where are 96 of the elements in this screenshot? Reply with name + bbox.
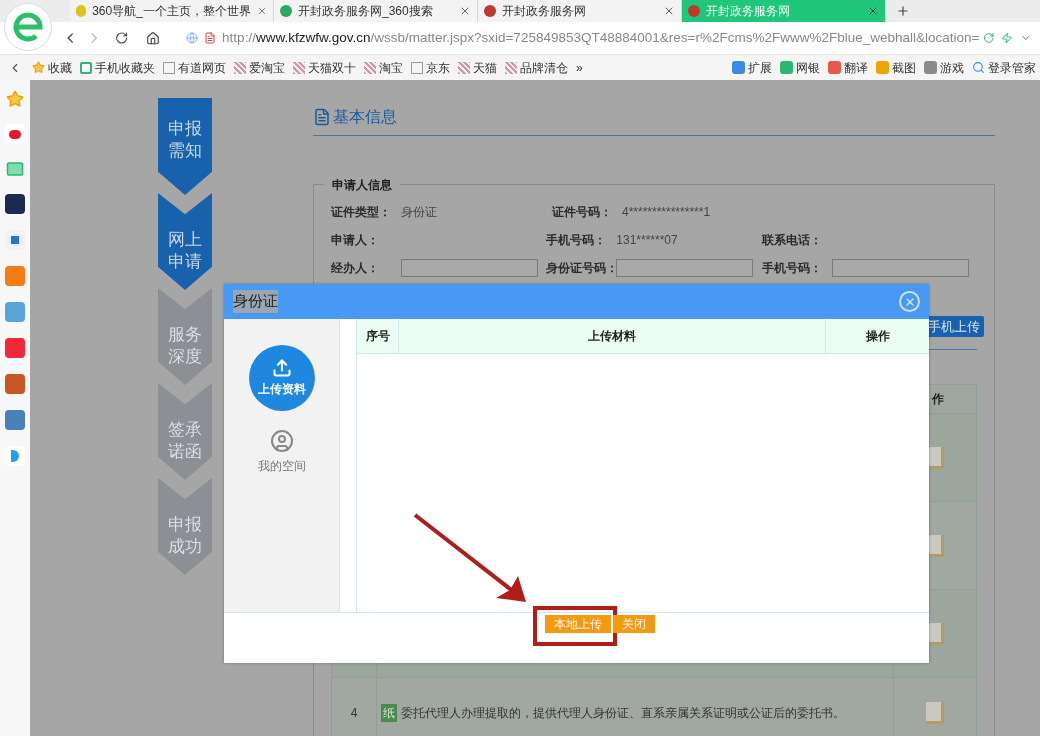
field-label: 联系电话： — [761, 232, 823, 249]
input-field[interactable] — [831, 259, 969, 277]
toolbar-button[interactable]: 游戏 — [940, 58, 964, 77]
user-icon — [269, 429, 294, 453]
step-label: 签承诺函 — [168, 419, 202, 463]
tab-title: 开封政务服务网 — [502, 3, 587, 20]
mobile-upload-button[interactable]: 手机上传 — [926, 316, 984, 337]
bookmark-icon — [505, 61, 517, 74]
tool-icon — [828, 61, 841, 74]
field-label: 身份证号码： — [546, 260, 617, 277]
tool-icon — [780, 61, 793, 74]
close-icon[interactable] — [663, 5, 675, 17]
close-icon[interactable] — [256, 5, 267, 17]
paper-tag: 纸 — [381, 703, 397, 722]
side-menu-item[interactable]: 我的空间 — [257, 429, 306, 475]
tool-icon — [924, 61, 937, 74]
star-icon — [32, 61, 45, 74]
bookmark-icon — [80, 61, 92, 74]
bookmark-link[interactable]: 品牌清仓 — [520, 58, 568, 77]
bookmark-link[interactable]: 爱淘宝 — [249, 58, 285, 77]
side-menu-item[interactable]: 上传资料 — [248, 345, 315, 411]
step-label: 申报成功 — [168, 514, 202, 558]
input-field[interactable] — [616, 259, 754, 277]
bookmark-icon — [163, 61, 175, 74]
row-number: 4 — [350, 704, 358, 722]
bookmark-icon — [458, 61, 470, 74]
step-label: 网上申请 — [168, 229, 202, 273]
site-icon — [280, 5, 292, 17]
tab-title: 360导航_一个主页，整个世界 — [92, 3, 251, 20]
dialog-title: 身份证 — [233, 290, 278, 313]
search-icon — [972, 61, 985, 74]
document-icon[interactable] — [926, 701, 944, 724]
site-icon — [484, 5, 496, 17]
close-button[interactable] — [899, 291, 920, 312]
lightning-icon[interactable] — [1000, 31, 1013, 45]
toolbar-button[interactable]: 扩展 — [748, 58, 772, 77]
field-label: 申请人： — [331, 232, 380, 249]
column-header: 序号 — [364, 328, 391, 345]
site-icon — [688, 5, 700, 17]
url-text: http://www.kfzwfw.gov.cn/wssb/matter.jspx?sxid=725849853QT48884001&res=r%2Fcms%2Fwww%2Fblue_webhall&location= — [222, 28, 980, 47]
bookmark-icon — [411, 61, 423, 74]
column-header: 上传材料 — [398, 319, 826, 353]
browser-tab[interactable]: 360导航_一个主页，整个世界 — [70, 0, 274, 22]
home-icon[interactable] — [146, 29, 161, 47]
bookmark-icon — [234, 61, 246, 74]
toolbar-button[interactable]: 截图 — [892, 58, 916, 77]
app-icon[interactable] — [5, 194, 25, 214]
toolbar-button[interactable]: 网银 — [796, 58, 820, 77]
field-label: 证件类型： — [331, 204, 392, 221]
tool-icon — [732, 61, 745, 74]
toolbar-button[interactable]: 登录管家 — [988, 58, 1036, 77]
site-icon — [76, 5, 87, 17]
browser-tab[interactable]: 开封政务服务网 — [478, 0, 682, 22]
browser-tab[interactable]: 开封政务服务网_360搜索 — [274, 0, 478, 22]
app-icon[interactable] — [5, 124, 25, 144]
document-icon — [313, 108, 331, 126]
tool-icon — [876, 61, 889, 74]
tab-title: 开封政务服务网 — [706, 3, 791, 20]
field-label: 手机号码： — [546, 232, 608, 249]
mail-icon[interactable] — [6, 160, 24, 178]
field-label: 证件号码： — [552, 204, 613, 221]
bookmark-link[interactable]: 天猫双十 — [308, 58, 356, 77]
fieldset-legend: 申请人信息 — [324, 176, 400, 194]
bookmark-icon — [293, 61, 305, 74]
field-value: 131******07 — [616, 232, 678, 249]
bookmark-link[interactable]: 京东 — [426, 58, 450, 77]
field-value: 4****************1 — [622, 204, 711, 221]
field-label: 经办人： — [331, 260, 380, 277]
new-tab-icon[interactable] — [896, 4, 910, 18]
bookmark-link[interactable]: 收藏 — [48, 58, 72, 77]
column-header: 操作 — [864, 328, 891, 345]
tab-title: 开封政务服务网_360搜索 — [298, 3, 434, 20]
globe-icon — [186, 32, 199, 44]
bookmark-link[interactable]: 天猫 — [473, 58, 497, 77]
bookmark-icon — [364, 61, 376, 74]
close-icon — [903, 295, 916, 308]
field-label: 手机号码： — [761, 260, 823, 277]
bookmark-link[interactable]: 淘宝 — [379, 58, 403, 77]
step-label: 服务深度 — [168, 324, 202, 368]
bookmark-link[interactable]: 有道网页 — [178, 58, 226, 77]
material-description: 委托代理人办理提取的，提供代理人身份证、直系亲属关系证明或公证后的委托书。 — [401, 704, 845, 722]
star-icon[interactable] — [6, 90, 24, 108]
bookmark-link[interactable]: » — [576, 58, 583, 77]
step-label: 申报需知 — [168, 118, 202, 162]
reload-icon[interactable] — [114, 30, 129, 46]
field-value: 身份证 — [401, 204, 437, 221]
section-title: 基本信息 — [333, 107, 397, 127]
loading-icon — [983, 31, 995, 45]
upload-icon — [271, 358, 292, 378]
close-icon[interactable] — [459, 5, 471, 17]
app-icon[interactable] — [5, 230, 25, 250]
page-icon — [204, 32, 217, 44]
bookmark-link[interactable]: 手机收藏夹 — [95, 58, 155, 77]
toolbar-button[interactable]: 翻译 — [844, 58, 868, 77]
input-field[interactable] — [401, 259, 538, 277]
close-icon[interactable] — [867, 5, 879, 17]
